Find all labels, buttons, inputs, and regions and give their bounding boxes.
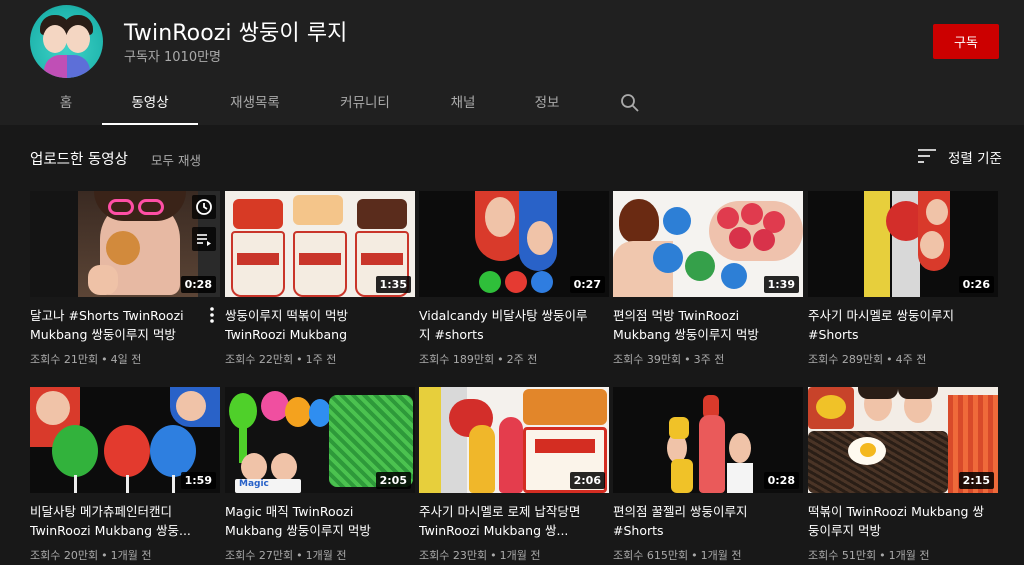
view-count: 조회수 22만회	[225, 353, 294, 366]
hover-actions	[192, 195, 218, 259]
view-count: 조회수 27만회	[225, 549, 294, 562]
playlist-add-icon[interactable]	[192, 227, 216, 251]
channel-name: TwinRoozi 쌍둥이 루지	[124, 21, 348, 46]
search-icon[interactable]	[620, 93, 640, 113]
video-meta: 조회수 289만회 • 4주 전	[808, 353, 927, 366]
channel-tabs: 홈 동영상 재생목록 커뮤니티 채널 정보	[0, 84, 1024, 125]
video-duration: 0:28	[180, 276, 216, 293]
upload-age: 2주 전	[506, 353, 538, 366]
video-thumbnail[interactable]: 1:59	[30, 387, 220, 493]
upload-age: 1개월 전	[888, 549, 930, 562]
video-title[interactable]: Magic 매직 TwinRoozi Mukbang 쌍둥이루지 먹방	[225, 502, 405, 540]
video-duration: 2:05	[375, 472, 411, 489]
view-count: 조회수 51만회	[808, 549, 877, 562]
video-thumbnail[interactable]: 0:28	[30, 191, 220, 297]
video-meta: 조회수 22만회 • 1주 전	[225, 353, 337, 366]
view-count: 조회수 615만회	[613, 549, 689, 562]
video-duration: 1:35	[375, 276, 411, 293]
upload-age: 1주 전	[305, 353, 337, 366]
video-duration: 0:28	[763, 472, 799, 489]
video-meta: 조회수 20만회 • 1개월 전	[30, 549, 152, 562]
channel-header: TwinRoozi 쌍둥이 루지 구독자 1010만명 구독 홈 동영상 재생목…	[0, 0, 1024, 125]
video-title[interactable]: 떡볶이 TwinRoozi Mukbang 쌍둥이루지 먹방	[808, 502, 988, 540]
video-title[interactable]: 주사기 마시멜로 로제 납작당면 TwinRoozi Mukbang 쌍...	[419, 502, 599, 540]
upload-age: 1개월 전	[305, 549, 347, 562]
tab-videos[interactable]: 동영상	[102, 84, 198, 125]
video-duration: 2:15	[958, 472, 994, 489]
video-title[interactable]: Vidalcandy 비달사탕 쌍둥이루지 #shorts	[419, 306, 599, 344]
video-thumbnail[interactable]: 0:27	[419, 191, 609, 297]
video-meta: 조회수 23만회 • 1개월 전	[419, 549, 541, 562]
tab-channels[interactable]: 채널	[438, 84, 488, 125]
play-all-link[interactable]: 모두 재생	[151, 150, 201, 169]
video-title[interactable]: 편의점 꿀젤리 쌍둥이루지 #Shorts	[613, 502, 793, 540]
upload-age: 1개월 전	[700, 549, 742, 562]
video-thumbnail[interactable]: 0:28	[613, 387, 803, 493]
video-duration: 1:59	[180, 472, 216, 489]
magic-box-label: Magic	[239, 479, 269, 489]
view-count: 조회수 189만회	[419, 353, 495, 366]
view-count: 조회수 289만회	[808, 353, 884, 366]
video-meta: 조회수 27만회 • 1개월 전	[225, 549, 347, 562]
video-title[interactable]: 쌍둥이루지 떡볶이 먹방 TwinRoozi Mukbang	[225, 306, 405, 344]
view-count: 조회수 23만회	[419, 549, 488, 562]
video-meta: 조회수 51만회 • 1개월 전	[808, 549, 930, 562]
video-duration: 0:26	[958, 276, 994, 293]
video-title[interactable]: 달고나 #Shorts TwinRoozi Mukbang 쌍둥이루지 먹방	[30, 306, 210, 344]
video-meta: 조회수 21만회 • 4일 전	[30, 353, 142, 366]
video-meta: 조회수 39만회 • 3주 전	[613, 353, 725, 366]
more-vert-icon[interactable]	[208, 306, 216, 324]
video-thumbnail[interactable]: 1:35	[225, 191, 415, 297]
video-meta: 조회수 615만회 • 1개월 전	[613, 549, 742, 562]
subscriber-count: 구독자 1010만명	[124, 50, 222, 65]
upload-age: 4일 전	[110, 353, 142, 366]
video-title[interactable]: 편의점 먹방 TwinRoozi Mukbang 쌍둥이루지 먹방	[613, 306, 793, 344]
video-thumbnail[interactable]: 0:26	[808, 191, 998, 297]
upload-age: 1개월 전	[499, 549, 541, 562]
video-thumbnail[interactable]: 2:15	[808, 387, 998, 493]
view-count: 조회수 39만회	[613, 353, 682, 366]
video-title[interactable]: 주사기 마시멜로 쌍둥이루지 #Shorts	[808, 306, 988, 344]
video-duration: 2:06	[569, 472, 605, 489]
video-thumbnail[interactable]: 2:06	[419, 387, 609, 493]
video-title[interactable]: 비달사탕 메가츄페인터캔디 TwinRoozi Mukbang 쌍둥...	[30, 502, 210, 540]
tab-about[interactable]: 정보	[522, 84, 572, 125]
video-duration: 0:27	[569, 276, 605, 293]
upload-age: 1개월 전	[110, 549, 152, 562]
clock-icon[interactable]	[192, 195, 216, 219]
view-count: 조회수 20만회	[30, 549, 99, 562]
sort-icon	[918, 149, 936, 163]
video-thumbnail[interactable]: 1:39	[613, 191, 803, 297]
upload-age: 4주 전	[895, 353, 927, 366]
channel-avatar[interactable]	[30, 5, 103, 78]
video-duration: 1:39	[763, 276, 799, 293]
subscribe-button[interactable]: 구독	[933, 24, 999, 59]
section-title: 업로드한 동영상	[30, 152, 128, 168]
tab-home[interactable]: 홈	[44, 84, 88, 125]
video-thumbnail[interactable]: Magic 2:05	[225, 387, 415, 493]
tab-playlists[interactable]: 재생목록	[212, 84, 298, 125]
tab-community[interactable]: 커뮤니티	[322, 84, 408, 125]
video-meta: 조회수 189만회 • 2주 전	[419, 353, 538, 366]
sort-label: 정렬 기준	[948, 151, 1002, 167]
upload-age: 3주 전	[693, 353, 725, 366]
view-count: 조회수 21만회	[30, 353, 99, 366]
